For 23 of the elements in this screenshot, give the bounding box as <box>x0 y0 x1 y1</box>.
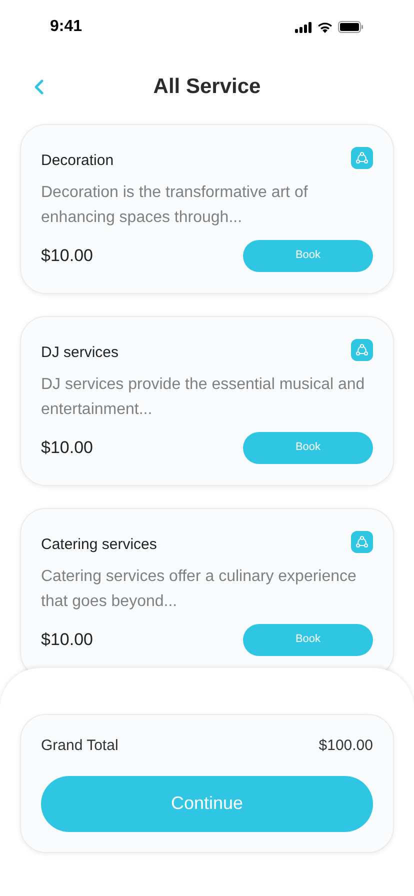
service-name: DJ services <box>41 343 119 363</box>
service-description: DJ services provide the essential musical and entertainment... <box>41 374 366 420</box>
grand-total-label: Grand Total <box>41 736 118 756</box>
service-description: Decoration is the transformative art of enhancing spaces through... <box>41 182 309 228</box>
battery-icon <box>338 21 364 33</box>
service-name: Catering services <box>41 535 157 555</box>
service-name: Decoration <box>41 151 114 171</box>
page-title: All Service <box>153 74 261 100</box>
service-price: $10.00 <box>41 436 93 459</box>
signal-icon <box>295 22 312 32</box>
service-icon <box>351 339 373 361</box>
book-button[interactable]: Book <box>243 432 373 464</box>
book-button[interactable]: Book <box>243 624 373 656</box>
service-icon <box>351 531 373 553</box>
status-time: 9:41 <box>50 17 82 37</box>
service-description: Catering services offer a culinary experience that goes beyond... <box>41 566 358 612</box>
service-icon <box>351 147 373 169</box>
service-price: $10.00 <box>41 244 93 267</box>
continue-button[interactable]: Continue <box>41 776 373 832</box>
wifi-icon <box>317 22 333 32</box>
service-price: $10.00 <box>41 628 93 651</box>
book-button[interactable]: Book <box>243 240 373 272</box>
grand-total-value: $100.00 <box>318 736 373 756</box>
